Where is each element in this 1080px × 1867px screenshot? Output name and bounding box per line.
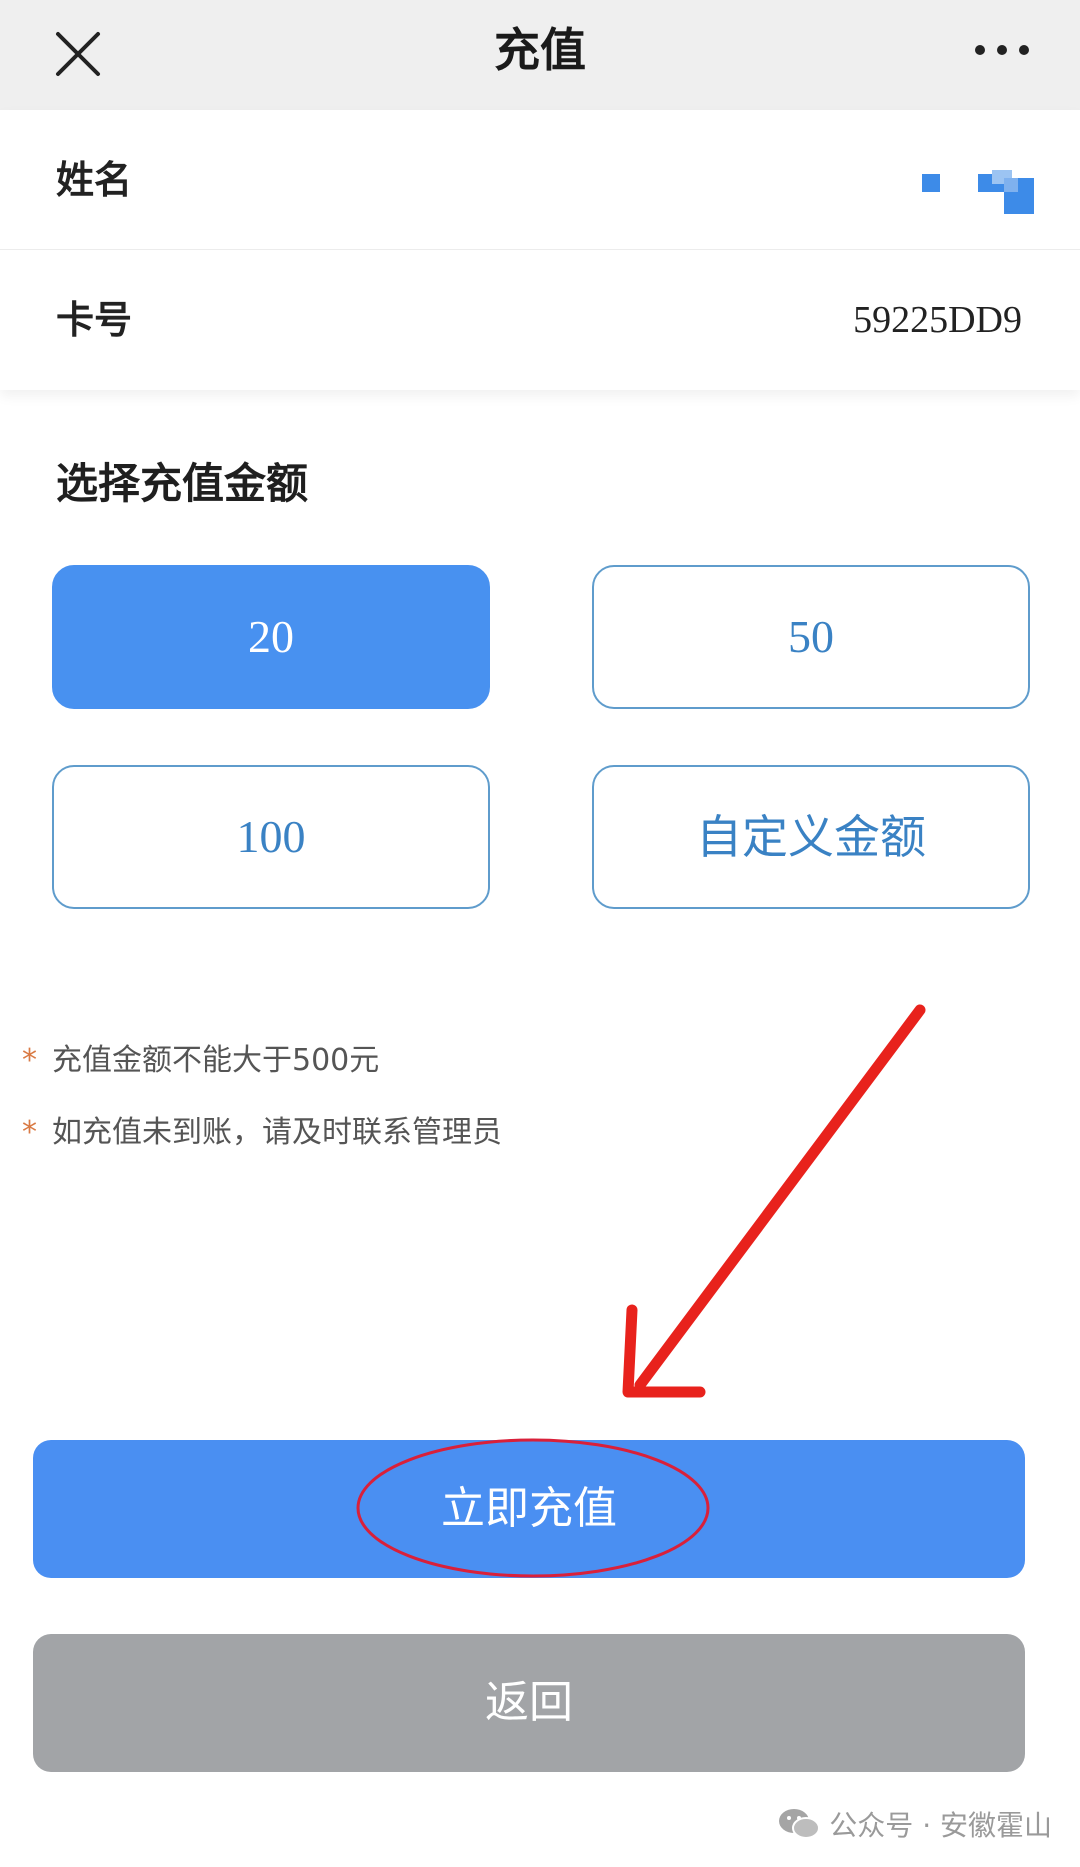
card-number-label: 卡号 bbox=[56, 298, 133, 342]
note-text: 如充值未到账，请及时联系管理员 bbox=[52, 1115, 502, 1150]
name-row: 姓名 bbox=[0, 110, 1080, 250]
amount-option-custom[interactable]: 自定义金额 bbox=[592, 765, 1030, 909]
amount-option-20[interactable]: 20 bbox=[52, 565, 490, 709]
red-arrow-shaft bbox=[634, 1004, 926, 1391]
watermark-text: 公众号 · 安徽霍山 bbox=[829, 1809, 1052, 1842]
close-icon[interactable] bbox=[52, 28, 104, 80]
amount-option-100[interactable]: 100 bbox=[52, 765, 490, 909]
note-text: 充值金额不能大于500元 bbox=[52, 1043, 380, 1078]
note-contact-admin: * 如充值未到账，请及时联系管理员 bbox=[22, 1107, 502, 1151]
watermark: 公众号 · 安徽霍山 bbox=[777, 1802, 1052, 1846]
card-number-value: 59225DD9 bbox=[853, 299, 1022, 341]
name-value-redacted bbox=[922, 170, 1034, 214]
account-info-card: 姓名 卡号 59225DD9 bbox=[0, 110, 1080, 390]
note-star: * bbox=[22, 1115, 37, 1150]
wechat-icon bbox=[779, 1809, 821, 1839]
card-number-row: 卡号 59225DD9 bbox=[0, 250, 1080, 390]
amount-section-title: 选择充值金额 bbox=[56, 459, 309, 508]
more-horizontal-icon[interactable] bbox=[972, 38, 1032, 62]
red-arrow-head bbox=[622, 1304, 706, 1398]
back-button[interactable]: 返回 bbox=[33, 1634, 1025, 1772]
top-nav-bar: 充值 bbox=[0, 0, 1080, 110]
note-star: * bbox=[22, 1043, 37, 1078]
page-title: 充值 bbox=[494, 23, 586, 77]
recharge-now-button[interactable]: 立即充值 bbox=[33, 1440, 1025, 1578]
name-label: 姓名 bbox=[56, 158, 133, 202]
note-max-amount: * 充值金额不能大于500元 bbox=[22, 1035, 379, 1079]
amount-option-50[interactable]: 50 bbox=[592, 565, 1030, 709]
